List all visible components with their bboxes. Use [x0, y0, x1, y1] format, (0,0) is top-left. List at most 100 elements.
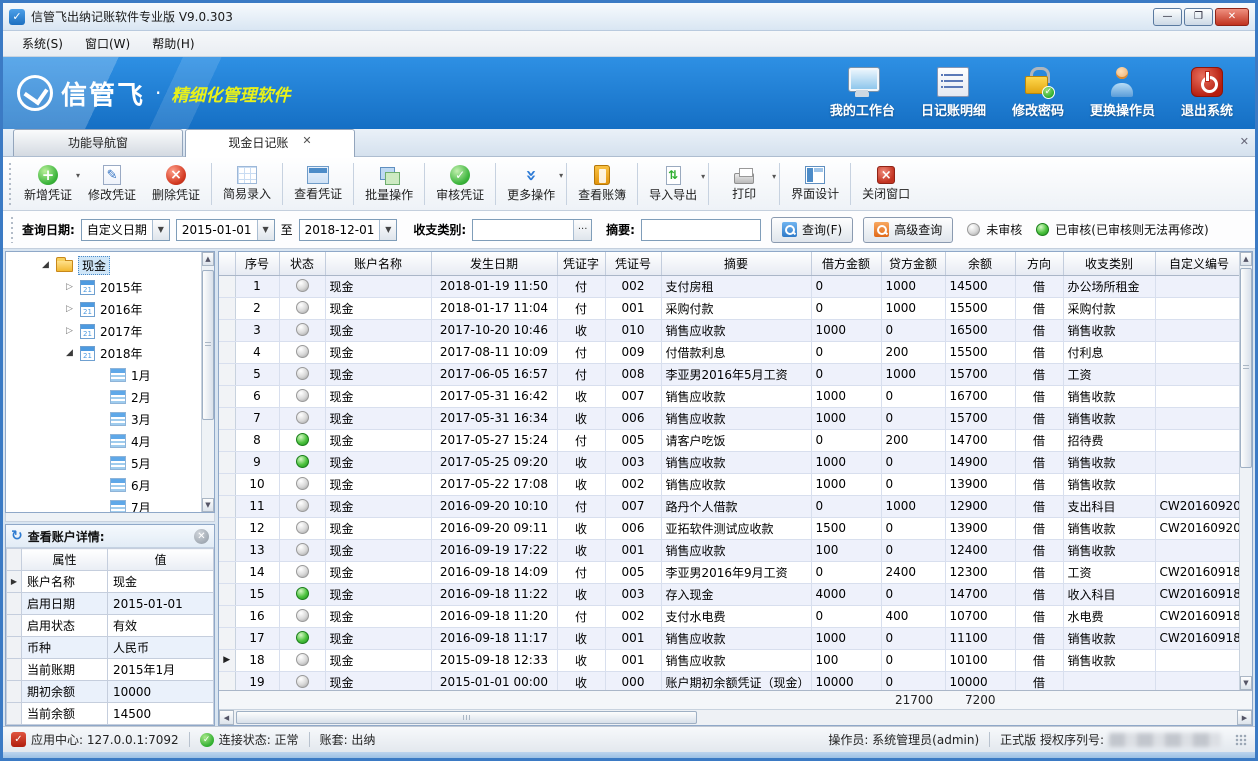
- toolbar-button-impexp[interactable]: 导入导出 ▾: [641, 163, 705, 205]
- refresh-icon[interactable]: ↻: [11, 528, 23, 544]
- journal-row-13[interactable]: 13 现金 2016-09-19 17:22 收 001 销售应收款 100 0…: [219, 539, 1243, 561]
- scroll-up-icon[interactable]: ▲: [202, 252, 214, 266]
- toolbar-button-edit[interactable]: 修改凭证: [80, 162, 144, 205]
- journal-row-1[interactable]: 1 现金 2018-01-19 11:50 付 002 支付房租 0 1000 …: [219, 275, 1243, 297]
- details-row[interactable]: 启用状态 有效: [7, 615, 214, 637]
- details-row[interactable]: 启用日期 2015-01-01: [7, 593, 214, 615]
- banner-action-journal[interactable]: 日记账明细: [921, 67, 986, 119]
- grid-horizontal-scrollbar[interactable]: ◀ ▶: [219, 709, 1252, 725]
- tab-cash-journal[interactable]: 现金日记账 ✕: [185, 129, 355, 157]
- toolbar-button-view[interactable]: 查看凭证: [286, 163, 350, 204]
- resize-grip[interactable]: [1235, 734, 1247, 746]
- tab-function-nav[interactable]: 功能导航窗: [13, 129, 183, 156]
- grid-col-7[interactable]: 借方金额: [811, 252, 881, 275]
- grid-col-4[interactable]: 凭证字: [557, 252, 605, 275]
- details-close-icon[interactable]: ✕: [194, 529, 209, 544]
- tree-collapsed-icon[interactable]: ▷: [64, 326, 75, 336]
- tree-node-month-3[interactable]: 4月: [6, 430, 201, 452]
- grid-col-8[interactable]: 贷方金额: [881, 252, 945, 275]
- category-input[interactable]: [473, 220, 573, 240]
- grid-col-11[interactable]: 收支类别: [1063, 252, 1155, 275]
- journal-row-9[interactable]: 9 现金 2017-05-25 09:20 收 003 销售应收款 1000 0…: [219, 451, 1243, 473]
- summary-input[interactable]: [641, 219, 761, 241]
- tree-node-year-3[interactable]: ◢ 2018年: [6, 342, 201, 364]
- chevron-down-icon[interactable]: ▼: [257, 220, 274, 240]
- toolbar-grip[interactable]: [7, 163, 12, 205]
- tree-node-month-4[interactable]: 5月: [6, 452, 201, 474]
- scrollbar-thumb[interactable]: [1240, 268, 1252, 468]
- scroll-down-icon[interactable]: ▼: [202, 498, 214, 512]
- advanced-query-button[interactable]: 高级查询: [863, 217, 953, 243]
- toolbar-button-grid[interactable]: 简易录入: [215, 163, 279, 204]
- journal-row-12[interactable]: 12 现金 2016-09-20 09:11 收 006 亚拓软件测试应收款 1…: [219, 517, 1243, 539]
- journal-row-16[interactable]: 16 现金 2016-09-18 11:20 付 002 支付水电费 0 400…: [219, 605, 1243, 627]
- toolbar-button-closewin[interactable]: 关闭窗口: [854, 163, 918, 204]
- query-button[interactable]: 查询(F): [771, 217, 853, 243]
- date-mode-select[interactable]: 自定义日期 ▼: [81, 219, 170, 241]
- journal-row-19[interactable]: 19 现金 2015-01-01 00:00 收 000 账户期初余额凭证（现金…: [219, 671, 1243, 690]
- toolbar-button-add[interactable]: 新增凭证 ▾: [16, 162, 80, 205]
- dropdown-caret-icon[interactable]: ▾: [772, 172, 776, 181]
- tab-close-icon[interactable]: ✕: [302, 134, 311, 151]
- tree-collapsed-icon[interactable]: ▷: [64, 282, 75, 292]
- tree-node-year-0[interactable]: ▷ 2015年: [6, 276, 201, 298]
- journal-row-4[interactable]: 4 现金 2017-08-11 10:09 付 009 付借款利息 0 200 …: [219, 341, 1243, 363]
- grid-col-2[interactable]: 账户名称: [325, 252, 431, 275]
- journal-row-8[interactable]: 8 现金 2017-05-27 15:24 付 005 请客户吃饭 0 200 …: [219, 429, 1243, 451]
- date-to-select[interactable]: 2018-12-01 ▼: [299, 219, 398, 241]
- menu-item-0[interactable]: 系统(S): [13, 32, 72, 55]
- tree-vertical-scrollbar[interactable]: ▲ ▼: [201, 252, 214, 512]
- tree-expanded-icon[interactable]: ◢: [64, 348, 75, 358]
- journal-row-3[interactable]: 3 现金 2017-10-20 10:46 收 010 销售应收款 1000 0…: [219, 319, 1243, 341]
- maximize-button[interactable]: ❐: [1184, 8, 1213, 26]
- banner-action-lock[interactable]: ✓ 修改密码: [1012, 67, 1064, 119]
- toolbar-button-delete[interactable]: 删除凭证: [144, 162, 208, 205]
- tree-expanded-icon[interactable]: ◢: [40, 260, 51, 270]
- journal-row-7[interactable]: 7 现金 2017-05-31 16:34 收 006 销售应收款 1000 0…: [219, 407, 1243, 429]
- journal-row-5[interactable]: 5 现金 2017-06-05 16:57 付 008 李亚男2016年5月工资…: [219, 363, 1243, 385]
- toolbar-button-audit[interactable]: 审核凭证: [428, 162, 492, 205]
- journal-row-14[interactable]: 14 现金 2016-09-18 14:09 付 005 李亚男2016年9月工…: [219, 561, 1243, 583]
- journal-row-15[interactable]: 15 现金 2016-09-18 11:22 收 003 存入现金 4000 0…: [219, 583, 1243, 605]
- menu-item-1[interactable]: 窗口(W): [76, 32, 139, 55]
- grid-col-0[interactable]: 序号: [235, 252, 279, 275]
- chevron-down-icon[interactable]: ▼: [152, 220, 169, 240]
- scroll-up-icon[interactable]: ▲: [1240, 252, 1252, 266]
- minimize-button[interactable]: —: [1153, 8, 1182, 26]
- toolbar-button-book[interactable]: 查看账簿: [570, 162, 634, 205]
- grid-vertical-scrollbar[interactable]: ▲ ▼: [1239, 252, 1252, 690]
- tree-node-month-6[interactable]: 7月: [6, 496, 201, 513]
- scroll-left-icon[interactable]: ◀: [219, 710, 234, 725]
- details-row[interactable]: ▶ 账户名称 现金: [7, 571, 214, 593]
- close-button[interactable]: ✕: [1215, 8, 1249, 26]
- filterbar-grip[interactable]: [9, 217, 14, 243]
- scroll-right-icon[interactable]: ▶: [1237, 710, 1252, 725]
- tree-node-month-2[interactable]: 3月: [6, 408, 201, 430]
- banner-action-monitor[interactable]: 我的工作台: [830, 67, 895, 119]
- date-from-select[interactable]: 2015-01-01 ▼: [176, 219, 275, 241]
- scrollbar-thumb[interactable]: [202, 270, 214, 420]
- toolbar-button-more[interactable]: 更多操作 ▾: [499, 162, 563, 205]
- banner-action-power[interactable]: 退出系统: [1181, 67, 1233, 119]
- journal-row-10[interactable]: 10 现金 2017-05-22 17:08 收 002 销售应收款 1000 …: [219, 473, 1243, 495]
- tree-node-month-1[interactable]: 2月: [6, 386, 201, 408]
- tree-node-year-1[interactable]: ▷ 2016年: [6, 298, 201, 320]
- grid-col-3[interactable]: 发生日期: [431, 252, 557, 275]
- scrollbar-thumb[interactable]: [236, 711, 697, 724]
- dropdown-caret-icon[interactable]: ▾: [559, 171, 563, 180]
- details-row[interactable]: 期初余额 10000: [7, 681, 214, 703]
- tree-collapsed-icon[interactable]: ▷: [64, 304, 75, 314]
- scroll-down-icon[interactable]: ▼: [1240, 676, 1252, 690]
- tabstrip-close-icon[interactable]: ✕: [1240, 135, 1249, 148]
- grid-col-1[interactable]: 状态: [279, 252, 325, 275]
- journal-row-18[interactable]: ▶ 18 现金 2015-09-18 12:33 收 001 销售应收款 100…: [219, 649, 1243, 671]
- details-row[interactable]: 币种 人民币: [7, 637, 214, 659]
- grid-col-9[interactable]: 余额: [945, 252, 1015, 275]
- tree-horizontal-scrollbar[interactable]: [5, 513, 215, 522]
- journal-row-6[interactable]: 6 现金 2017-05-31 16:42 收 007 销售应收款 1000 0…: [219, 385, 1243, 407]
- category-picker-button[interactable]: ···: [573, 220, 591, 240]
- tree-node-year-2[interactable]: ▷ 2017年: [6, 320, 201, 342]
- chevron-down-icon[interactable]: ▼: [379, 220, 396, 240]
- tree-node-month-5[interactable]: 6月: [6, 474, 201, 496]
- grid-col-10[interactable]: 方向: [1015, 252, 1063, 275]
